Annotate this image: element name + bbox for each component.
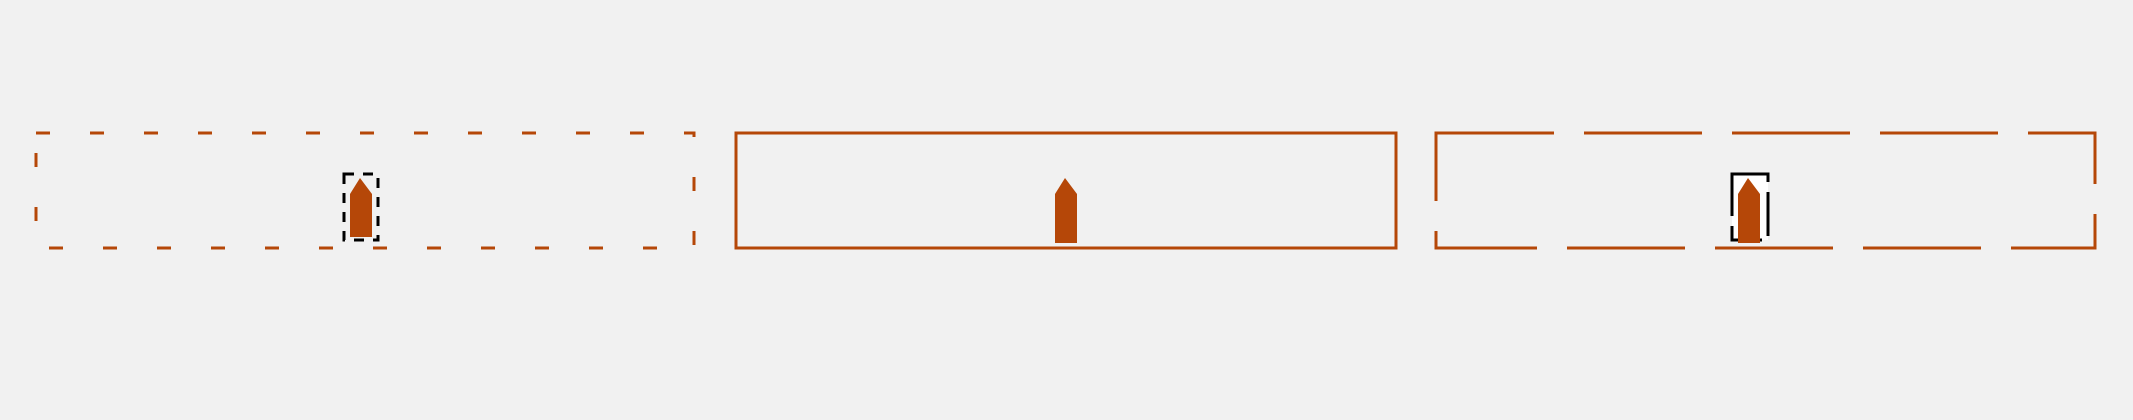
diagram-canvas [0,0,2133,420]
